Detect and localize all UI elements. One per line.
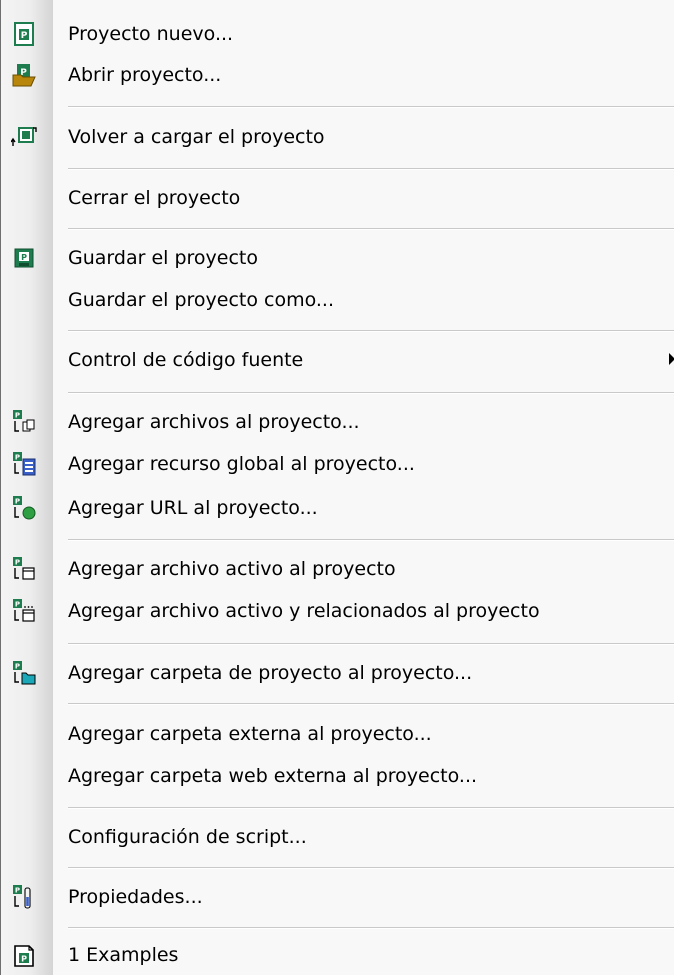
menu-item-add-external-folder[interactable]: Agregar carpeta externa al proyecto...	[1, 714, 674, 754]
menu-item-reload-project[interactable]: Volver a cargar el proyecto	[1, 117, 674, 157]
menu-item-recent-project[interactable]: P 1 Examples	[1, 935, 674, 975]
menu-item-label: Abrir proyecto...	[68, 64, 222, 86]
svg-text:P: P	[15, 454, 20, 462]
menu-separator	[68, 168, 674, 170]
menu-item-label: Agregar archivo activo y relacionados al…	[68, 600, 540, 622]
svg-text:P: P	[15, 601, 20, 609]
menu-item-add-external-web-folder[interactable]: Agregar carpeta web externa al proyecto.…	[1, 756, 674, 796]
menu-item-properties[interactable]: P Propiedades...	[1, 877, 674, 917]
add-active-file-icon: P	[11, 556, 37, 582]
menu-separator	[68, 927, 674, 929]
menu-item-save-project[interactable]: P Guardar el proyecto	[1, 238, 674, 278]
menu-separator	[68, 228, 674, 230]
svg-text:P: P	[21, 955, 27, 964]
menu-separator	[68, 703, 674, 705]
menu-item-label: Proyecto nuevo...	[68, 23, 234, 45]
svg-text:P: P	[15, 559, 20, 567]
add-files-icon: P	[11, 409, 37, 435]
menu-item-label: Agregar carpeta web externa al proyecto.…	[68, 765, 478, 787]
add-active-related-icon: P	[11, 598, 37, 624]
recent-project-icon: P	[11, 942, 37, 968]
menu-item-label: 1 Examples	[68, 944, 179, 966]
menu-item-label: Agregar archivos al proyecto...	[68, 411, 360, 433]
menu-separator	[68, 539, 674, 541]
menu-item-label: Guardar el proyecto como...	[68, 289, 335, 311]
save-project-icon: P	[11, 245, 37, 271]
menu-separator	[68, 643, 674, 645]
menu-item-label: Configuración de script...	[68, 826, 307, 848]
menu-separator	[68, 106, 674, 108]
menu-item-label: Agregar carpeta de proyecto al proyecto.…	[68, 662, 473, 684]
menu-item-add-files[interactable]: P Agregar archivos al proyecto...	[1, 402, 674, 442]
menu-item-script-config[interactable]: Configuración de script...	[1, 817, 674, 857]
menu-item-label: Agregar archivo activo al proyecto	[68, 558, 396, 580]
menu-separator	[68, 330, 674, 332]
menu-item-open-project[interactable]: P Abrir proyecto...	[1, 55, 674, 95]
menu-separator	[68, 392, 674, 394]
svg-text:P: P	[21, 31, 28, 41]
menu-item-label: Volver a cargar el proyecto	[68, 126, 325, 148]
svg-text:P: P	[15, 887, 20, 895]
menu-item-label: Cerrar el proyecto	[68, 187, 241, 209]
menu-item-label: Propiedades...	[68, 886, 203, 908]
menu-item-source-control[interactable]: Control de código fuente	[1, 340, 674, 380]
properties-icon: P	[11, 884, 37, 910]
svg-text:P: P	[15, 412, 20, 420]
add-project-folder-icon: P	[11, 660, 37, 686]
menu-item-close-project[interactable]: Cerrar el proyecto	[1, 178, 674, 218]
menu-item-new-project[interactable]: P Proyecto nuevo...	[1, 14, 674, 54]
menu-item-add-url[interactable]: P Agregar URL al proyecto...	[1, 488, 674, 528]
submenu-arrow-icon	[669, 353, 674, 365]
menu-item-save-project-as[interactable]: Guardar el proyecto como...	[1, 280, 674, 320]
project-menu: P Proyecto nuevo... P Abrir proyecto... …	[0, 0, 674, 975]
svg-text:P: P	[15, 663, 20, 671]
menu-separator	[68, 867, 674, 869]
open-project-icon: P	[11, 62, 37, 88]
svg-text:P: P	[15, 498, 20, 506]
reload-project-icon	[11, 124, 37, 150]
menu-item-label: Agregar carpeta externa al proyecto...	[68, 723, 432, 745]
menu-item-add-active-file[interactable]: P Agregar archivo activo al proyecto	[1, 549, 674, 589]
svg-text:P: P	[21, 253, 27, 262]
menu-item-label: Agregar recurso global al proyecto...	[68, 453, 415, 475]
menu-item-label: Agregar URL al proyecto...	[68, 497, 318, 519]
new-project-icon: P	[11, 21, 37, 47]
menu-item-add-project-folder[interactable]: P Agregar carpeta de proyecto al proyect…	[1, 653, 674, 693]
menu-separator	[68, 807, 674, 809]
menu-item-label: Guardar el proyecto	[68, 247, 258, 269]
add-global-resource-icon: P	[11, 451, 37, 477]
menu-item-add-active-related[interactable]: P Agregar archivo activo y relacionados …	[1, 591, 674, 631]
add-url-icon: P	[11, 495, 37, 521]
menu-item-add-global-resource[interactable]: P Agregar recurso global al proyecto...	[1, 444, 674, 484]
menu-item-label: Control de código fuente	[68, 349, 304, 371]
